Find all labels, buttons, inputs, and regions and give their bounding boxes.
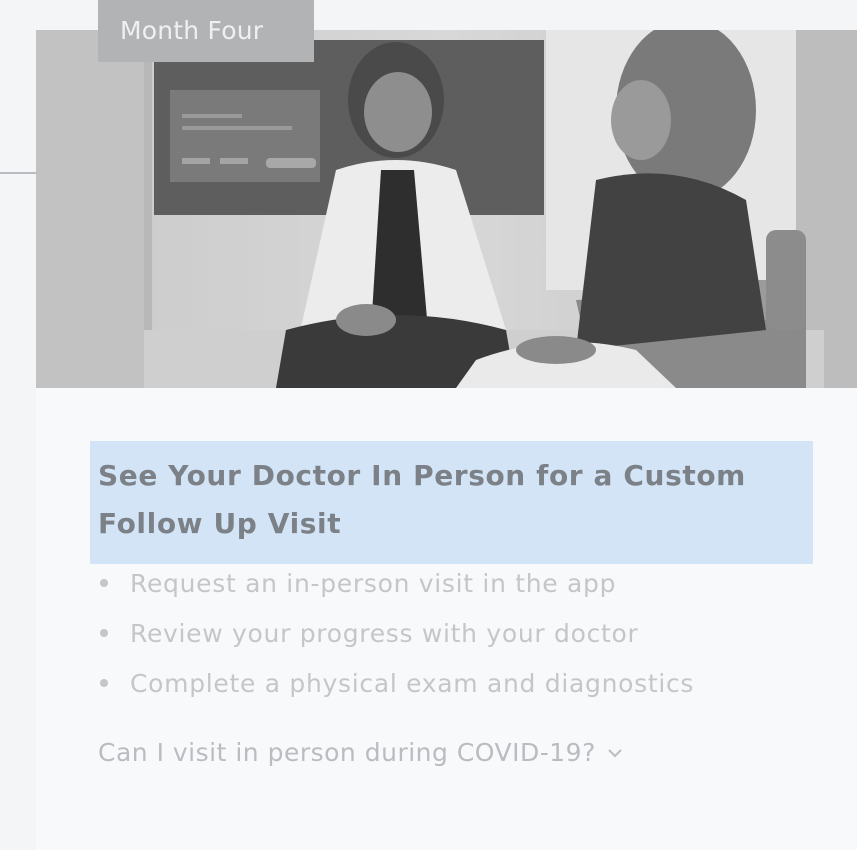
list-item: Review your progress with your doctor: [98, 608, 694, 658]
covid-faq-toggle[interactable]: Can I visit in person during COVID-19?: [98, 738, 626, 767]
list-item: Request an in-person visit in the app: [98, 558, 694, 608]
bullet-dot-icon: [100, 679, 108, 687]
bullet-dot-icon: [100, 579, 108, 587]
left-divider: [0, 172, 36, 174]
bullet-dot-icon: [100, 629, 108, 637]
faq-link-text[interactable]: Can I visit in person during COVID-19?: [98, 738, 596, 767]
chevron-down-icon[interactable]: [604, 742, 626, 764]
list-item: Complete a physical exam and diagnostics: [98, 658, 694, 708]
month-tag: Month Four: [98, 0, 314, 62]
list-item-text: Complete a physical exam and diagnostics: [130, 668, 695, 698]
month-four-card: [36, 30, 857, 850]
list-item-text: Review your progress with your doctor: [130, 618, 639, 648]
card-title: See Your Doctor In Person for a Custom F…: [98, 459, 746, 540]
steps-list: Request an in-person visit in the app Re…: [98, 558, 694, 708]
doctor-consultation-photo: [36, 30, 857, 388]
list-item-text: Request an in-person visit in the app: [130, 568, 617, 598]
